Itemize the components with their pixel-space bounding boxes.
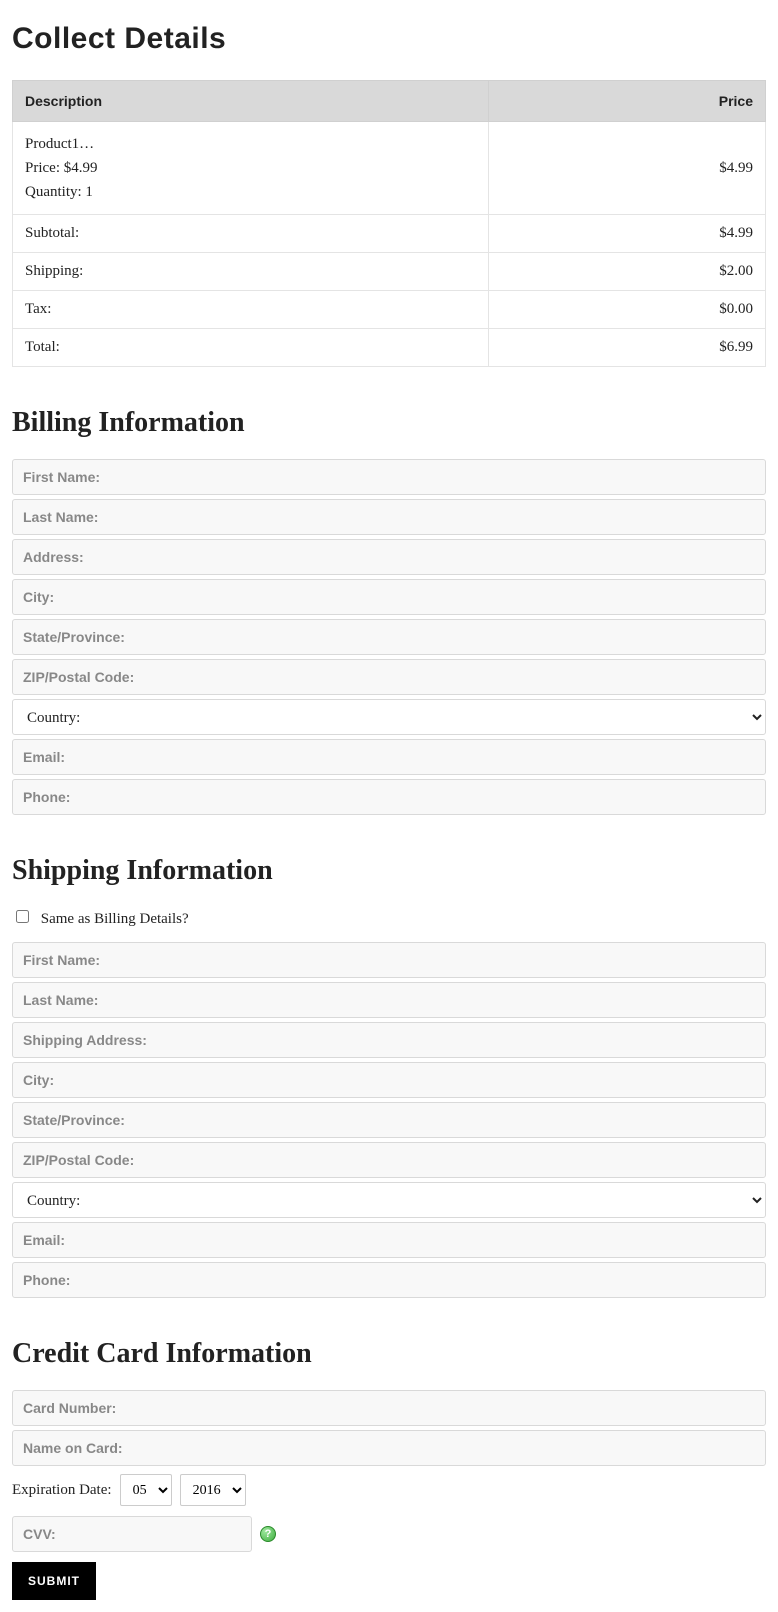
- expiration-label: Expiration Date:: [12, 1482, 112, 1499]
- shipping-phone-input[interactable]: [12, 1262, 766, 1298]
- tax-row: Tax: $0.00: [13, 291, 766, 329]
- total-value: $6.99: [489, 329, 766, 367]
- total-label: Total:: [13, 329, 489, 367]
- subtotal-row: Subtotal: $4.99: [13, 215, 766, 253]
- billing-heading: Billing Information: [12, 407, 766, 439]
- product-name: Product1…: [25, 132, 476, 156]
- shipping-label: Shipping:: [13, 253, 489, 291]
- expiration-month-select[interactable]: 05: [120, 1474, 172, 1506]
- billing-phone-input[interactable]: [12, 779, 766, 815]
- billing-zip-input[interactable]: [12, 659, 766, 695]
- shipping-country-select[interactable]: Country:: [12, 1182, 766, 1218]
- card-number-input[interactable]: [12, 1390, 766, 1426]
- shipping-email-input[interactable]: [12, 1222, 766, 1258]
- same-as-billing-checkbox[interactable]: [16, 910, 29, 923]
- col-price: Price: [489, 81, 766, 122]
- cvv-input[interactable]: [12, 1516, 252, 1552]
- product-row: Product1… Price: $4.99 Quantity: 1 $4.99: [13, 122, 766, 215]
- shipping-value: $2.00: [489, 253, 766, 291]
- total-row: Total: $6.99: [13, 329, 766, 367]
- product-line-price: $4.99: [489, 122, 766, 215]
- shipping-state-input[interactable]: [12, 1102, 766, 1138]
- billing-last-name-input[interactable]: [12, 499, 766, 535]
- expiration-year-select[interactable]: 2016: [180, 1474, 246, 1506]
- billing-first-name-input[interactable]: [12, 459, 766, 495]
- shipping-city-input[interactable]: [12, 1062, 766, 1098]
- page-title: Collect Details: [12, 22, 766, 56]
- order-summary-table: Description Price Product1… Price: $4.99…: [12, 80, 766, 367]
- product-price-label: Price: $4.99: [25, 156, 476, 180]
- billing-state-input[interactable]: [12, 619, 766, 655]
- shipping-zip-input[interactable]: [12, 1142, 766, 1178]
- subtotal-value: $4.99: [489, 215, 766, 253]
- same-as-billing-label: Same as Billing Details?: [41, 911, 189, 927]
- shipping-heading: Shipping Information: [12, 855, 766, 887]
- col-description: Description: [13, 81, 489, 122]
- product-quantity-label: Quantity: 1: [25, 180, 476, 204]
- billing-email-input[interactable]: [12, 739, 766, 775]
- shipping-address-input[interactable]: [12, 1022, 766, 1058]
- card-name-input[interactable]: [12, 1430, 766, 1466]
- tax-label: Tax:: [13, 291, 489, 329]
- tax-value: $0.00: [489, 291, 766, 329]
- help-icon[interactable]: ?: [260, 1526, 276, 1542]
- card-heading: Credit Card Information: [12, 1338, 766, 1370]
- shipping-row: Shipping: $2.00: [13, 253, 766, 291]
- billing-address-input[interactable]: [12, 539, 766, 575]
- billing-city-input[interactable]: [12, 579, 766, 615]
- submit-button[interactable]: SUBMIT: [12, 1562, 96, 1600]
- shipping-last-name-input[interactable]: [12, 982, 766, 1018]
- shipping-first-name-input[interactable]: [12, 942, 766, 978]
- billing-country-select[interactable]: Country:: [12, 699, 766, 735]
- subtotal-label: Subtotal:: [13, 215, 489, 253]
